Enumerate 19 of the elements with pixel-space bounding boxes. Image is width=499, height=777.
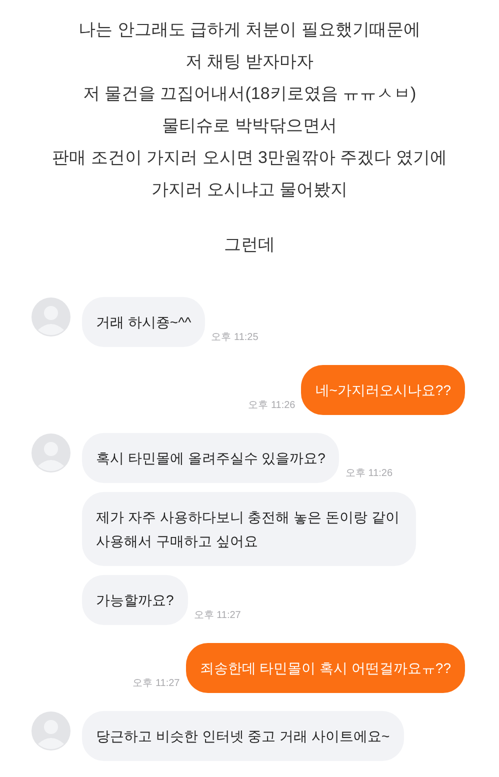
caption-line: 그런데 [224,234,275,256]
message-bubble: 네~가지러오시나요?? [301,365,465,415]
caption-line: 나는 안그래도 급하게 처분이 필요했기때문에 [78,19,420,41]
caption-line: 저 채팅 받자마자 [185,51,314,73]
message-bubble: 제가 자주 사용하다보니 충전해 놓은 돈이랑 같이 사용해서 구매하고 싶어요 [82,492,416,566]
caption-line: 가지러 오시냐고 물어봤지 [151,179,348,201]
message-bubble: 당근하고 비슷한 인터넷 중고 거래 사이트에요~ [82,711,404,761]
caption-line: 판매 조건이 가지러 오시면 3만원깎아 주겠다 였기에 [52,147,447,169]
message-bubble: 거래 하시죵~^^ [82,297,206,347]
caption-line: 저 물건을 끄집어내서(18키로였음 ㅠㅠㅅㅂ) [82,83,416,105]
message-bubble: 가능할까요? [82,575,188,625]
message-bubble: 죄송한데 타민몰이 혹시 어떤걸까요ㅠ?? [186,643,465,693]
message-time: 오후 11:27 [194,609,241,623]
message-time: 오후 11:26 [345,467,393,481]
message-time: 오후 11:25 [211,331,258,345]
caption-line: 물티슈로 박박닦으면서 [162,115,337,137]
message-time: 오후 11:27 [132,677,180,691]
message-bubble: 혹시 타민몰에 올려주실수 있을까요? [82,433,340,483]
message-time: 오후 11:26 [248,399,296,413]
